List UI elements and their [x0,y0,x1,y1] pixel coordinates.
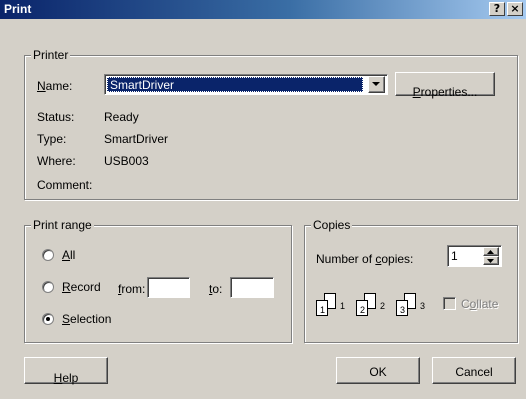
number-of-copies-label: Number of copies: [316,252,414,266]
type-label: Type: [37,132,67,146]
printer-group-label: Printer [31,48,71,62]
copies-value[interactable]: 1 [451,249,458,263]
radio-all-button[interactable] [42,249,54,261]
from-label: from: [118,282,146,296]
collate-page-front: 1 [316,300,328,316]
collate-page-front-3: 3 [396,300,408,316]
name-label: Name: [37,79,73,93]
copies-group [304,225,518,343]
collate-page-label-3: 3 [420,301,426,311]
where-value: USB003 [104,154,149,168]
copies-group-label: Copies [311,218,353,232]
status-label: Status: [37,110,75,124]
close-icon[interactable]: × [507,2,523,16]
collate-checkbox[interactable] [443,297,456,310]
radio-all-label: All [62,248,76,262]
print-range-group-label: Print range [31,218,94,232]
to-label: to: [209,282,223,296]
radio-selection-label: Selection [62,312,112,326]
title-bar[interactable]: Print ? × [0,0,526,19]
comment-label: Comment: [37,178,93,192]
printer-name-select[interactable]: SmartDriver [104,74,388,95]
radio-record-label: Record [62,280,101,294]
printer-name-value: SmartDriver [110,78,175,92]
chevron-down-icon [372,82,380,86]
where-label: Where: [37,154,76,168]
spin-down-button[interactable] [483,256,499,265]
radio-selection-button[interactable] [42,313,54,325]
help-icon[interactable]: ? [489,2,505,16]
status-value: Ready [104,110,139,124]
cancel-button[interactable]: Cancel [432,357,516,384]
collate-page-front-2: 2 [356,300,368,316]
type-value: SmartDriver [104,132,169,146]
radio-record-button[interactable] [42,281,54,293]
radio-selected-dot [46,317,50,321]
properties-button[interactable]: Properties... [395,72,495,99]
collate-page-label-1: 1 [340,301,346,311]
help-button[interactable]: Help [24,357,108,385]
window-title: Print [4,2,32,16]
from-input[interactable] [147,277,190,298]
ok-button[interactable]: OK [336,357,420,384]
spin-up-button[interactable] [483,247,499,256]
collate-page-label-2: 2 [380,301,386,311]
arrow-down-icon [487,259,494,263]
to-input[interactable] [230,277,274,298]
copies-spinner[interactable]: 1 [447,245,502,267]
dropdown-button[interactable] [368,76,385,93]
arrow-up-icon [487,250,494,254]
collate-label: Collate [461,297,499,311]
